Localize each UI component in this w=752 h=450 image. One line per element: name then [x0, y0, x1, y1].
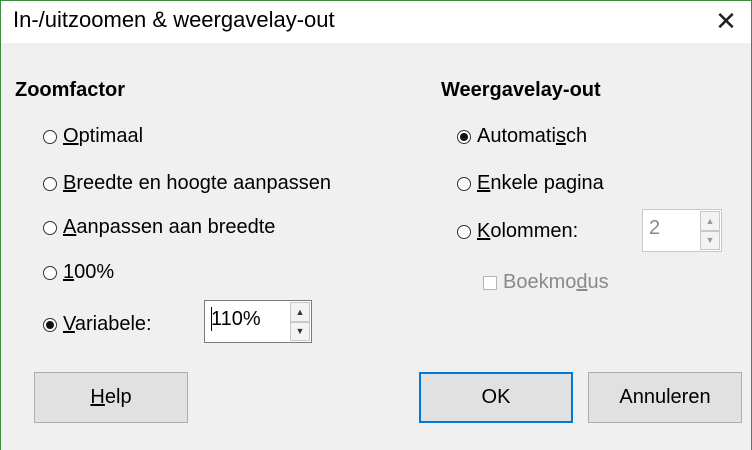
- zoom-factor-heading: Zoomfactor: [15, 79, 125, 101]
- title-bar: In-/uitzoomen & weergavelay-out ✕: [1, 0, 751, 43]
- zoom-option-variable-label: Variabele:: [63, 313, 152, 335]
- zoom-option-fit-width[interactable]: Aanpassen aan breedte: [43, 216, 275, 239]
- help-button[interactable]: Help: [34, 372, 188, 423]
- bookmode-checkbox-row[interactable]: Boekmodus: [483, 271, 609, 294]
- layout-option-automatic-label: Automatisch: [477, 125, 588, 147]
- zoom-layout-dialog: In-/uitzoomen & weergavelay-out ✕ Zoomfa…: [0, 0, 752, 450]
- zoom-option-optimal-label: Optimaal: [63, 125, 144, 147]
- bookmode-checkbox[interactable]: [483, 275, 497, 290]
- zoom-option-100[interactable]: 100%: [43, 261, 114, 284]
- zoom-option-100-label: 100%: [63, 261, 115, 283]
- columns-value[interactable]: 2: [649, 217, 660, 240]
- ok-button[interactable]: OK: [419, 372, 573, 423]
- spin-down-icon[interactable]: ▼: [290, 321, 310, 341]
- layout-option-single-page-label: Enkele pagina: [477, 172, 604, 194]
- radio-optimal[interactable]: [43, 129, 57, 144]
- layout-option-columns-label: Kolommen:: [477, 220, 579, 242]
- zoom-option-variable[interactable]: Variabele:: [43, 313, 152, 336]
- dialog-content: Zoomfactor Optimaal Breedte en hoogte aa…: [1, 43, 751, 450]
- columns-spin-arrows: ▲ ▼: [700, 211, 720, 250]
- cancel-button[interactable]: Annuleren: [588, 372, 742, 423]
- close-icon[interactable]: ✕: [701, 1, 751, 41]
- zoom-spin-arrows: ▲ ▼: [290, 302, 310, 341]
- zoom-variable-spinbox[interactable]: 110% ▲ ▼: [204, 300, 312, 343]
- help-button-label: Help: [90, 386, 132, 408]
- radio-automatic[interactable]: [457, 129, 471, 144]
- radio-fit-width[interactable]: [43, 220, 57, 235]
- zoom-option-fit-width-label: Aanpassen aan breedte: [63, 216, 276, 238]
- view-layout-heading: Weergavelay-out: [441, 79, 601, 101]
- zoom-option-optimal[interactable]: Optimaal: [43, 125, 143, 148]
- radio-columns[interactable]: [457, 224, 471, 239]
- bookmode-label: Boekmodus: [503, 271, 609, 293]
- radio-100[interactable]: [43, 265, 57, 280]
- spin-up-icon[interactable]: ▲: [290, 302, 310, 322]
- spin-up-icon[interactable]: ▲: [700, 211, 720, 231]
- spin-down-icon[interactable]: ▼: [700, 230, 720, 250]
- layout-option-single-page[interactable]: Enkele pagina: [457, 172, 604, 195]
- zoom-option-fit-width-height[interactable]: Breedte en hoogte aanpassen: [43, 172, 331, 195]
- radio-variable[interactable]: [43, 317, 57, 332]
- zoom-variable-value[interactable]: 110%: [211, 308, 261, 331]
- columns-spinbox[interactable]: 2 ▲ ▼: [642, 209, 722, 252]
- layout-option-automatic[interactable]: Automatisch: [457, 125, 587, 148]
- radio-single-page[interactable]: [457, 176, 471, 191]
- radio-fit-width-height[interactable]: [43, 176, 57, 191]
- dialog-title: In-/uitzoomen & weergavelay-out: [13, 7, 335, 32]
- zoom-option-fit-width-height-label: Breedte en hoogte aanpassen: [63, 172, 332, 194]
- layout-option-columns[interactable]: Kolommen:: [457, 220, 578, 243]
